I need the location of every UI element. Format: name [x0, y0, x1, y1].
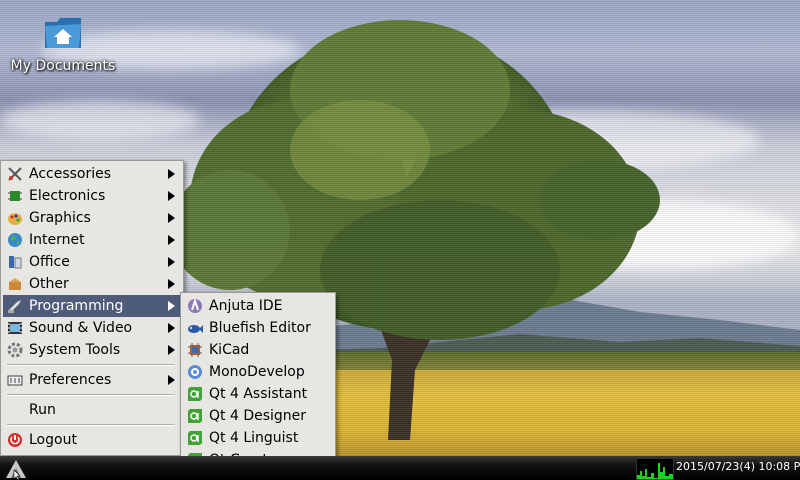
menu-item-accessories[interactable]: Accessories — [3, 163, 181, 185]
application-menu: Accessories Electronics Graphics Interne… — [0, 160, 184, 456]
menu-item-label: Electronics — [29, 188, 106, 204]
menu-item-label: Preferences — [29, 372, 112, 388]
submenu-item-anjuta-ide[interactable]: Anjuta IDE — [183, 295, 333, 317]
menu-item-preferences[interactable]: Preferences — [3, 369, 181, 391]
menu-item-label: System Tools — [29, 342, 121, 358]
graphics-icon — [8, 213, 22, 225]
electronics-icon — [8, 191, 22, 201]
submenu-item-label: Qt 4 Designer — [209, 408, 307, 424]
menu-item-sound-video[interactable]: Sound & Video — [3, 317, 181, 339]
menu-item-label: Graphics — [29, 210, 91, 226]
menu-item-label: Other — [29, 276, 69, 292]
qt-icon — [188, 431, 202, 445]
submenu-item-qt4-designer[interactable]: Qt 4 Designer — [183, 405, 333, 427]
documents-folder-icon — [45, 18, 81, 48]
bluefish-icon — [188, 325, 203, 333]
menu-item-run[interactable]: Run — [3, 399, 181, 421]
submenu-arrow-icon — [168, 257, 175, 267]
kicad-icon — [188, 343, 202, 357]
internet-globe-icon — [8, 233, 22, 247]
menu-item-graphics[interactable]: Graphics — [3, 207, 181, 229]
preferences-icon — [7, 375, 23, 386]
menu-item-office[interactable]: Office — [3, 251, 181, 273]
taskbar: 2015/07/23(4) 10:08 PM — [0, 456, 800, 480]
menu-item-label: Accessories — [29, 166, 112, 182]
submenu-item-label: Bluefish Editor — [209, 320, 311, 336]
cpu-monitor-icon[interactable] — [636, 458, 674, 480]
sound-video-icon — [8, 322, 22, 334]
submenu-item-label: MonoDevelop — [209, 364, 305, 380]
submenu-arrow-icon — [168, 345, 175, 355]
system-tools-icon — [7, 342, 23, 358]
qt-icon — [188, 387, 202, 401]
start-menu-icon[interactable] — [2, 456, 32, 480]
submenu-item-bluefish-editor[interactable]: Bluefish Editor — [183, 317, 333, 339]
menu-separator — [7, 424, 175, 426]
submenu-arrow-icon — [168, 301, 175, 311]
desktop-icon-my-documents[interactable]: My Documents — [8, 16, 118, 74]
programming-icon — [8, 300, 21, 313]
menu-item-label: Run — [29, 402, 56, 418]
submenu-arrow-icon — [168, 323, 175, 333]
submenu-arrow-icon — [168, 169, 175, 179]
qt-icon — [188, 409, 202, 423]
menu-item-electronics[interactable]: Electronics — [3, 185, 181, 207]
menu-separator — [7, 394, 175, 396]
submenu-item-monodevelop[interactable]: MonoDevelop — [183, 361, 333, 383]
submenu-item-qt4-linguist[interactable]: Qt 4 Linguist — [183, 427, 333, 449]
submenu-item-label: Anjuta IDE — [209, 298, 283, 314]
programming-submenu: Anjuta IDE Bluefish Editor KiCad MonoDev… — [180, 292, 336, 476]
menu-item-label: Office — [29, 254, 70, 270]
accessories-icon — [8, 167, 22, 181]
menu-item-programming[interactable]: Programming — [3, 295, 181, 317]
submenu-arrow-icon — [168, 235, 175, 245]
anjuta-icon — [188, 298, 202, 313]
other-icon — [9, 278, 21, 290]
menu-item-label: Internet — [29, 232, 85, 248]
submenu-item-label: KiCad — [209, 342, 250, 358]
menu-item-system-tools[interactable]: System Tools — [3, 339, 181, 361]
logout-icon — [8, 433, 22, 447]
submenu-arrow-icon — [168, 375, 175, 385]
taskbar-clock[interactable]: 2015/07/23(4) 10:08 PM — [676, 456, 800, 480]
submenu-arrow-icon — [168, 213, 175, 223]
desktop-icon-label: My Documents — [10, 58, 116, 74]
office-icon — [9, 256, 22, 269]
menu-item-label: Programming — [29, 298, 124, 314]
menu-item-label: Logout — [29, 432, 77, 448]
submenu-item-label: Qt 4 Linguist — [209, 430, 299, 446]
menu-item-internet[interactable]: Internet — [3, 229, 181, 251]
submenu-arrow-icon — [168, 191, 175, 201]
submenu-item-label: Qt 4 Assistant — [209, 386, 308, 402]
monodevelop-icon — [188, 365, 202, 379]
menu-item-other[interactable]: Other — [3, 273, 181, 295]
submenu-item-qt4-assistant[interactable]: Qt 4 Assistant — [183, 383, 333, 405]
menu-item-logout[interactable]: Logout — [3, 429, 181, 451]
menu-item-label: Sound & Video — [29, 320, 133, 336]
submenu-item-kicad[interactable]: KiCad — [183, 339, 333, 361]
menu-separator — [7, 364, 175, 366]
submenu-arrow-icon — [168, 279, 175, 289]
